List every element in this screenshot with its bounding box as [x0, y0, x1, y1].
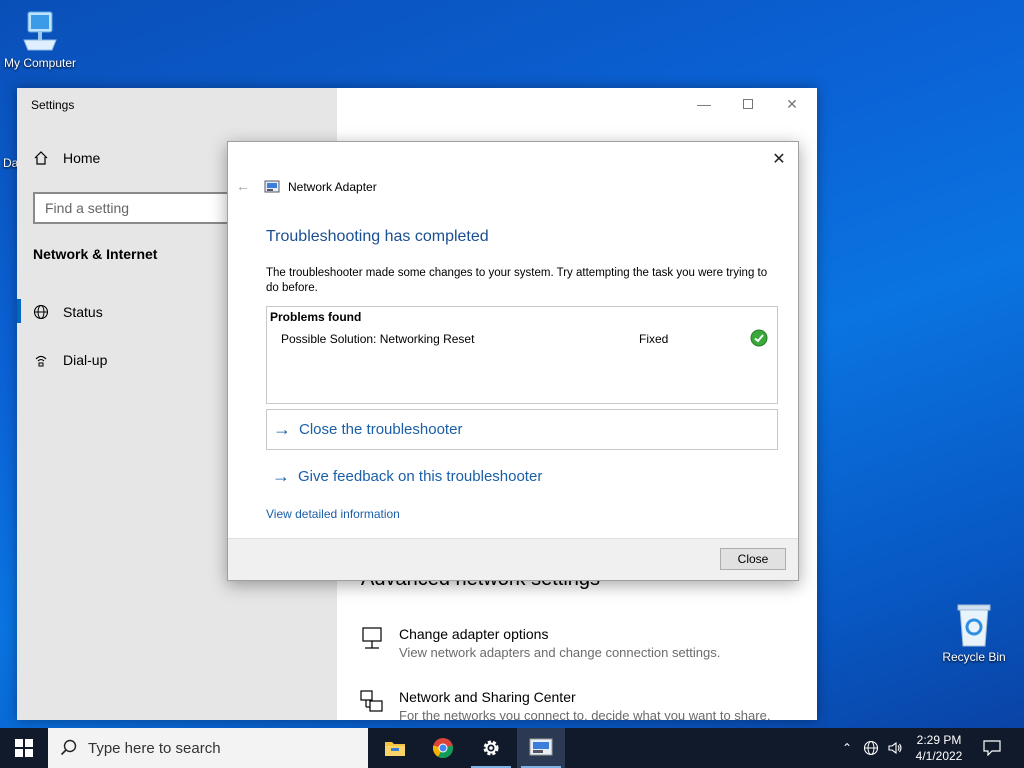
chevron-up-icon: ⌃ — [841, 741, 853, 755]
taskbar-search-box[interactable]: Type here to search — [48, 728, 368, 768]
network-status-button[interactable] — [860, 728, 882, 768]
change-adapter-options-link[interactable]: Change adapter options View network adap… — [359, 626, 720, 660]
back-button[interactable]: ← — [236, 178, 250, 194]
nav-home-label: Home — [63, 150, 101, 166]
find-setting-input[interactable]: Find a setting — [33, 192, 233, 224]
check-circle-icon — [750, 329, 768, 350]
dialog-header-label: Network Adapter — [288, 180, 377, 194]
taskbar-clock[interactable]: 2:29 PM 4/1/2022 — [906, 732, 972, 764]
close-troubleshooter-label: Close the troubleshooter — [299, 421, 463, 438]
settings-taskbar-button[interactable] — [467, 728, 515, 768]
partial-desktop-icon[interactable]: Da — [0, 138, 18, 178]
minimize-button[interactable]: — — [681, 92, 727, 116]
taskbar: Type here to search ⌃ 2:29 PM 4/1/2022 — [0, 728, 1024, 768]
close-icon: ✕ — [786, 95, 798, 112]
maximize-button[interactable] — [725, 92, 771, 116]
problems-panel: Problems found Possible Solution: Networ… — [266, 306, 778, 404]
network-sharing-center-link[interactable]: Network and Sharing Center For the netwo… — [359, 689, 770, 720]
notifications-button[interactable] — [978, 728, 1006, 768]
close-window-button[interactable]: ✕ — [769, 92, 815, 116]
problems-header: Problems found — [270, 310, 362, 324]
window-title: Settings — [31, 98, 75, 112]
dialog-close-button[interactable]: ✕ — [768, 148, 790, 170]
show-hidden-icons-button[interactable]: ⌃ — [836, 728, 858, 768]
section-header: Network & Internet — [33, 246, 158, 262]
option-title: Change adapter options — [399, 626, 549, 642]
speaker-icon — [888, 741, 902, 755]
close-icon: ✕ — [772, 151, 786, 168]
recycle-bin-label: Recycle Bin — [942, 650, 1006, 664]
folder-icon — [385, 742, 405, 756]
monitor-network-icon — [362, 627, 382, 649]
search-icon — [60, 739, 77, 756]
gear-icon — [483, 740, 499, 756]
minimize-icon: — — [697, 96, 711, 112]
give-feedback-label: Give feedback on this troubleshooter — [298, 467, 543, 485]
globe-icon — [33, 304, 49, 320]
arrow-right-icon: → — [272, 465, 290, 486]
problem-name: Possible Solution: Networking Reset — [281, 332, 475, 346]
nav-item-label: Status — [63, 304, 103, 320]
close-troubleshooter-link[interactable]: → Close the troubleshooter — [266, 409, 778, 450]
nav-item-label: Dial-up — [63, 352, 108, 368]
my-computer-label: My Computer — [3, 56, 77, 70]
chrome-icon — [432, 738, 454, 759]
dialog-footer: Close — [228, 538, 798, 580]
troubleshooter-dialog: ✕ ← Network Adapter Troubleshooting has … — [227, 141, 799, 581]
my-computer-desktop-icon[interactable]: My Computer — [0, 10, 80, 70]
network-globe-icon — [863, 740, 879, 756]
find-setting-placeholder: Find a setting — [45, 200, 130, 216]
file-explorer-taskbar-button[interactable] — [371, 728, 419, 768]
give-feedback-link[interactable]: → Give feedback on this troubleshooter — [266, 456, 542, 496]
clock-time: 2:29 PM — [916, 733, 962, 747]
dialog-heading: Troubleshooting has completed — [266, 228, 489, 245]
home-icon — [34, 151, 48, 165]
nav-home[interactable]: Home — [33, 150, 100, 166]
recycle-bin-desktop-icon[interactable]: Recycle Bin — [934, 602, 1014, 664]
network-adapter-icon — [264, 180, 280, 193]
nav-item-status[interactable]: Status — [33, 304, 103, 320]
selection-indicator — [17, 299, 21, 323]
arrow-right-icon: → — [273, 419, 291, 439]
option-description: For the networks you connect to, decide … — [399, 708, 771, 720]
problem-status: Fixed — [639, 332, 669, 346]
clock-date: 4/1/2022 — [915, 749, 963, 763]
close-button[interactable]: Close — [720, 548, 786, 570]
nav-item-dial-up[interactable]: Dial-up — [33, 352, 107, 368]
sharing-center-icon — [360, 690, 383, 712]
taskbar-search-placeholder: Type here to search — [88, 739, 221, 757]
dial-up-icon — [35, 355, 47, 367]
option-description: View network adapters and change connect… — [399, 645, 721, 660]
windows-logo-icon — [15, 739, 33, 757]
chrome-taskbar-button[interactable] — [419, 728, 467, 768]
recycle-bin-icon — [957, 604, 991, 647]
volume-button[interactable] — [884, 728, 906, 768]
option-title: Network and Sharing Center — [399, 689, 576, 705]
view-detailed-info-link[interactable]: View detailed information — [266, 507, 400, 521]
dialog-header: Network Adapter — [264, 180, 377, 194]
network-adapter-icon — [529, 738, 553, 756]
maximize-icon — [743, 99, 753, 109]
back-arrow-icon: ← — [236, 178, 250, 194]
dialog-description: The troubleshooter made some changes to … — [266, 267, 768, 294]
troubleshooter-taskbar-button[interactable] — [517, 728, 565, 768]
computer-icon — [23, 11, 57, 51]
start-button[interactable] — [0, 728, 48, 768]
partial-desktop-label: Da — [3, 156, 18, 170]
notification-icon — [983, 740, 1001, 756]
